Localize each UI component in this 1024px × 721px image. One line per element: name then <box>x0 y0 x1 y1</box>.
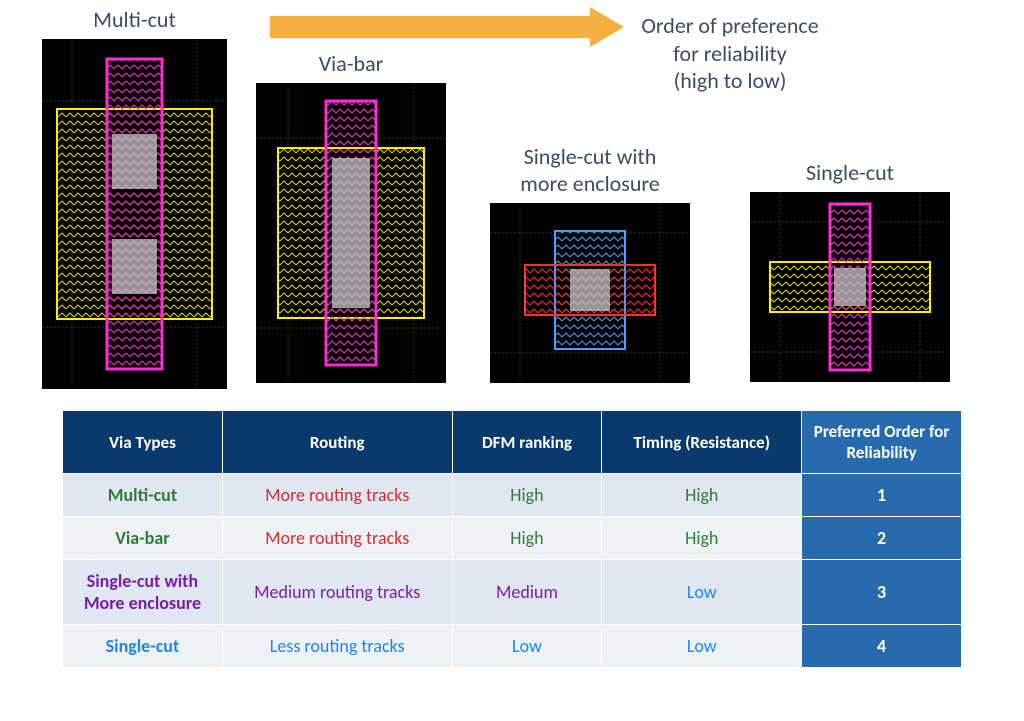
th-dfm: DFM ranking <box>452 411 602 474</box>
title-line: Single-cut with <box>524 143 657 170</box>
diagram-single: Single-cut <box>750 159 950 382</box>
diagram-multicut: Multi-cut <box>42 6 227 389</box>
table-row: Single-cutLess routing tracksLowLow4 <box>63 625 962 668</box>
cell-routing: More routing tracks <box>222 474 452 517</box>
diagram-title: Single-cut <box>806 159 894 186</box>
th-order: Preferred Order for Reliability <box>802 411 962 474</box>
table-header-row: Via Types Routing DFM ranking Timing (Re… <box>63 411 962 474</box>
diagram-title: Single-cut with more enclosure <box>520 143 659 197</box>
th-via-types: Via Types <box>63 411 223 474</box>
cell-via-type: Via-bar <box>63 517 223 560</box>
cell-routing: More routing tracks <box>222 517 452 560</box>
diagram-title: Multi-cut <box>93 6 176 33</box>
th-routing: Routing <box>222 411 452 474</box>
cell-timing: High <box>602 517 802 560</box>
table-row: Multi-cutMore routing tracksHighHigh1 <box>63 474 962 517</box>
via-diagrams: Multi-cut Via-bar <box>0 0 1024 390</box>
cell-dfm: Low <box>452 625 602 668</box>
enclosure-svg <box>490 203 690 383</box>
diagram-title: Via-bar <box>319 50 384 77</box>
cell-timing: Low <box>602 625 802 668</box>
cell-via-type: Single-cut <box>63 625 223 668</box>
multicut-svg <box>42 39 227 389</box>
cell-via-type: Single-cut with More enclosure <box>63 560 223 625</box>
cell-timing: Low <box>602 560 802 625</box>
cell-order: 1 <box>802 474 962 517</box>
table-row: Via-barMore routing tracksHighHigh2 <box>63 517 962 560</box>
cell-dfm: High <box>452 474 602 517</box>
viabar-svg <box>256 83 446 383</box>
cell-order: 4 <box>802 625 962 668</box>
cell-dfm: High <box>452 517 602 560</box>
title-line: more enclosure <box>520 170 659 197</box>
via-comparison-table: Via Types Routing DFM ranking Timing (Re… <box>62 410 962 668</box>
diagram-viabar: Via-bar <box>256 50 446 383</box>
cell-routing: Medium routing tracks <box>222 560 452 625</box>
diagram-single-enclosure: Single-cut with more enclosure <box>490 143 690 383</box>
table-row: Single-cut with More enclosureMedium rou… <box>63 560 962 625</box>
th-timing: Timing (Resistance) <box>602 411 802 474</box>
cell-dfm: Medium <box>452 560 602 625</box>
cell-order: 2 <box>802 517 962 560</box>
cell-timing: High <box>602 474 802 517</box>
cell-routing: Less routing tracks <box>222 625 452 668</box>
cell-via-type: Multi-cut <box>63 474 223 517</box>
single-svg <box>750 192 950 382</box>
cell-order: 3 <box>802 560 962 625</box>
